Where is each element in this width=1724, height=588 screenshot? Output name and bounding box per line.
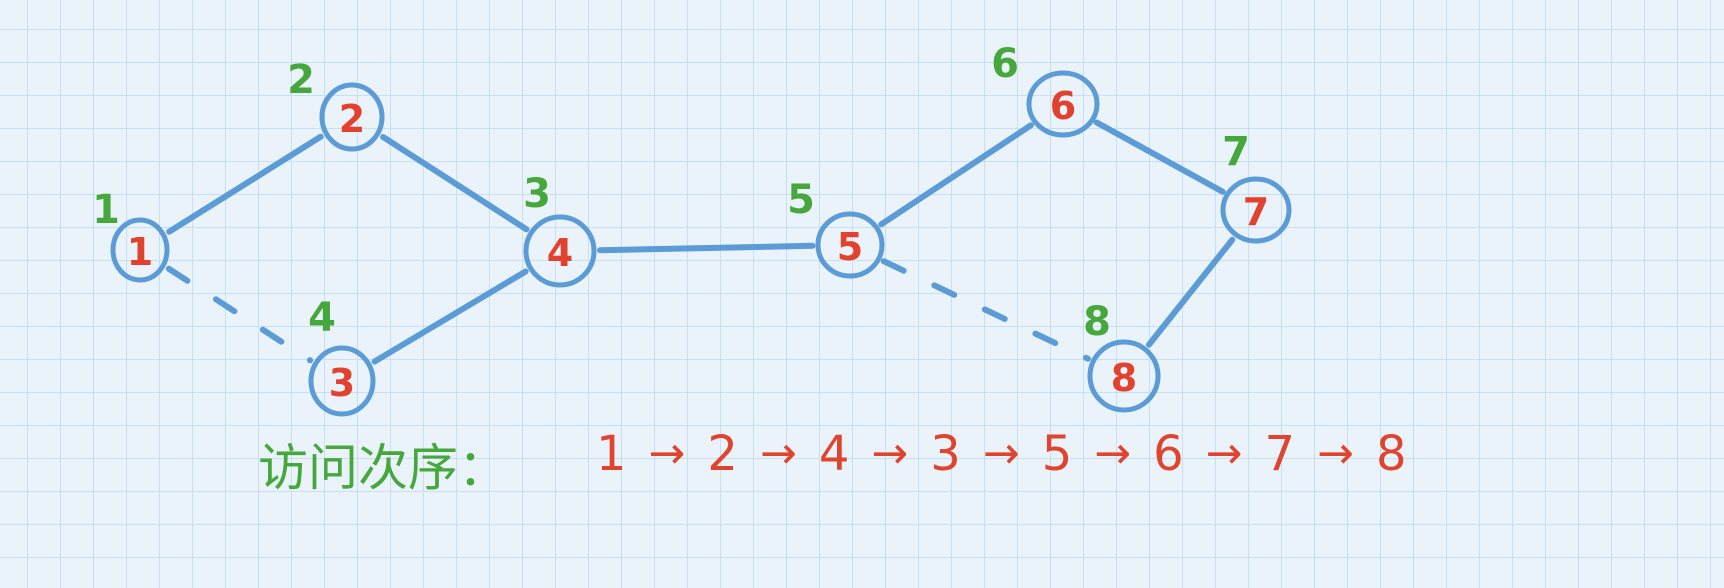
sequence-arrow: → <box>648 428 686 479</box>
edge-5-6 <box>878 122 1034 228</box>
sequence-arrow: → <box>1094 428 1132 479</box>
node-label: 4 <box>547 231 573 275</box>
node-4: 43 <box>523 171 597 288</box>
sequence-arrow: → <box>1205 428 1243 479</box>
visit-order-number: 6 <box>991 41 1019 87</box>
edge-7-8 <box>1145 236 1236 348</box>
sequence-item: 5 <box>1041 426 1073 482</box>
sequence-arrow: → <box>982 428 1020 479</box>
node-3: 34 <box>308 295 376 417</box>
node-label: 7 <box>1243 190 1269 234</box>
sequence-item: 4 <box>818 426 850 482</box>
node-label: 2 <box>339 97 365 141</box>
node-6: 66 <box>991 41 1100 138</box>
sequence-item: 2 <box>707 426 738 482</box>
node-label: 3 <box>329 361 355 405</box>
edge-2-4 <box>380 134 530 233</box>
visit-order-title: 访问次序： <box>258 439 508 497</box>
node-1: 11 <box>92 187 170 283</box>
grid-paper: 1122344355667788 访问次序： 1 → 2 → 4 → 3 → 5 → 6 → 7 → 8 <box>0 0 1724 588</box>
visit-order-number: 2 <box>287 57 315 103</box>
visit-order-number: 1 <box>92 187 120 233</box>
sequence-arrow: → <box>1317 428 1354 479</box>
sequence-item: 1 <box>596 426 627 482</box>
visit-order-sequence: 1 → 2 → 4 → 3 → 5 → 6 → 7 → 8 <box>596 422 1407 486</box>
edge-1-2 <box>166 133 324 235</box>
sequence-arrow: → <box>759 428 797 479</box>
node-5: 55 <box>787 177 885 279</box>
visit-order-number: 8 <box>1083 299 1111 345</box>
node-8: 88 <box>1083 299 1161 413</box>
dashed-edge-1-3 <box>165 265 314 364</box>
visit-order-number: 4 <box>308 295 336 341</box>
sequence-item: 7 <box>1264 426 1296 482</box>
node-label: 6 <box>1050 84 1076 128</box>
visit-order-number: 5 <box>787 177 815 223</box>
node-7: 77 <box>1220 129 1292 244</box>
edge-6-7 <box>1093 119 1226 195</box>
sequence-item: 8 <box>1375 426 1407 482</box>
visit-order-number: 7 <box>1222 129 1250 175</box>
visit-order-number: 3 <box>523 171 551 217</box>
node-label: 1 <box>127 230 153 274</box>
node-label: 8 <box>1111 356 1137 400</box>
edge-3-4 <box>371 268 529 365</box>
sequence-item: 6 <box>1153 426 1184 482</box>
sequence-item: 3 <box>930 426 961 482</box>
dashed-edge-5-8 <box>880 258 1091 362</box>
nodes-layer: 1122344355667788 <box>92 41 1292 417</box>
node-2: 22 <box>287 57 385 152</box>
sequence-arrow: → <box>871 428 909 479</box>
edge-4-5 <box>597 242 816 254</box>
node-label: 5 <box>837 225 863 269</box>
